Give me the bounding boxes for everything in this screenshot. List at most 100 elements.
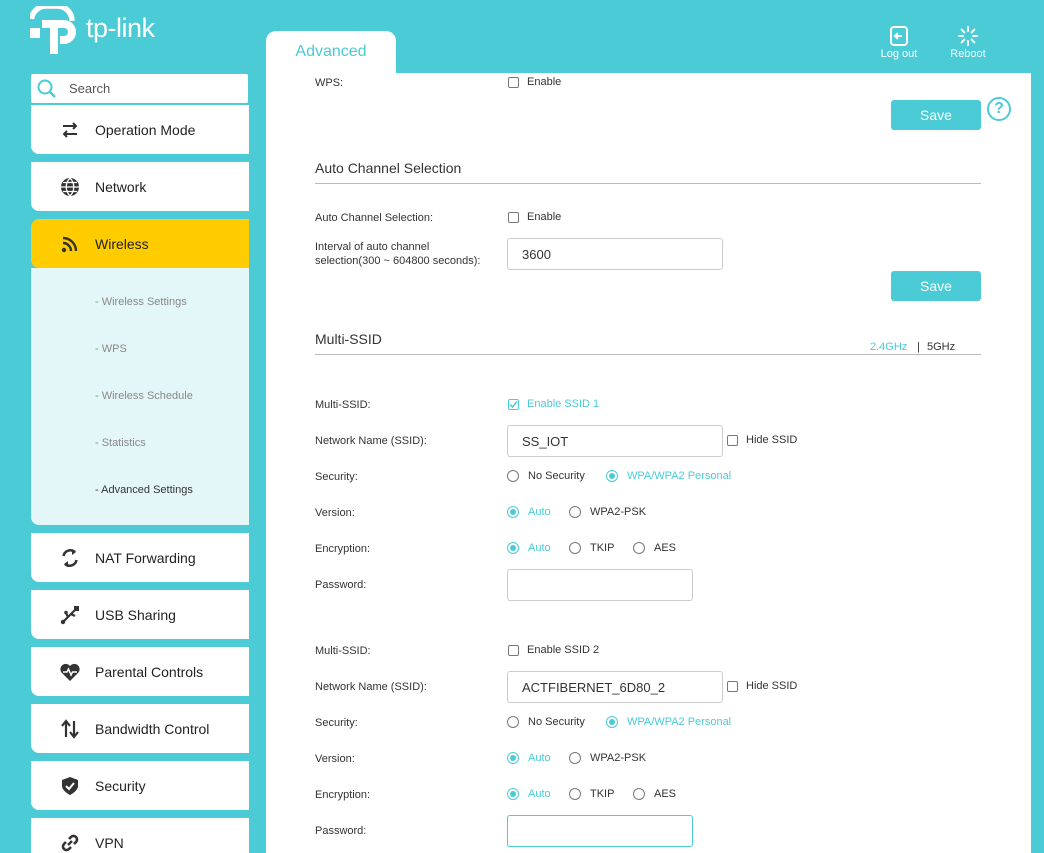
radio-label: No Security [528, 470, 585, 482]
sidebar-item-parental-controls[interactable]: Parental Controls [31, 647, 249, 696]
version-auto-radio[interactable]: Auto [507, 752, 551, 764]
sidebar-item-security[interactable]: Security [31, 761, 249, 810]
radio-label: WPA/WPA2 Personal [627, 470, 732, 482]
checkbox-label: Enable [527, 211, 562, 223]
reboot-label: Reboot [950, 48, 986, 60]
encryption-aes-radio[interactable]: AES [633, 788, 676, 800]
band-tab-5ghz[interactable]: 5GHz [927, 341, 955, 353]
sidebar-item-label: Bandwidth Control [95, 720, 210, 737]
encryption-auto-radio[interactable]: Auto [507, 788, 551, 800]
save-button[interactable]: Save [891, 271, 981, 301]
radio-label: WPA2-PSK [590, 506, 647, 518]
radio-dot[interactable] [507, 470, 519, 482]
checkbox-label: Enable [527, 76, 562, 88]
security-none-radio[interactable]: No Security [507, 470, 585, 482]
help-icon[interactable]: ? [987, 97, 1011, 121]
sidebar-item-bandwidth-control[interactable]: Bandwidth Control [31, 704, 249, 753]
auto-channel-enable-checkbox[interactable]: Enable [508, 211, 561, 223]
security-wpa-radio[interactable]: WPA/WPA2 Personal [606, 470, 731, 482]
bandwidth-icon [59, 718, 81, 740]
wps-label: WPS: [315, 77, 344, 89]
submenu-wireless-schedule[interactable]: - Wireless Schedule [95, 390, 193, 402]
radio-label: No Security [528, 716, 585, 728]
enable-ssid-2-checkbox[interactable]: Enable SSID 2 [508, 644, 599, 656]
search-icon [37, 79, 56, 98]
checkbox-label: Enable SSID 1 [527, 398, 600, 410]
radio-label: Auto [528, 788, 551, 800]
radio-dot[interactable] [507, 752, 519, 764]
sidebar-item-usb-sharing[interactable]: USB Sharing [31, 590, 249, 639]
sidebar-item-label: Security [95, 777, 146, 794]
reboot-button[interactable]: Reboot [938, 26, 998, 60]
globe-icon [59, 176, 81, 198]
version-auto-radio[interactable]: Auto [507, 506, 551, 518]
submenu-wireless-settings[interactable]: - Wireless Settings [95, 296, 187, 308]
checkbox-box[interactable] [727, 434, 738, 446]
checkbox-box[interactable] [508, 76, 519, 88]
search-input[interactable]: Search [31, 74, 248, 103]
radio-dot[interactable] [606, 470, 618, 482]
radio-dot[interactable] [569, 506, 581, 518]
radio-dot[interactable] [507, 716, 519, 728]
logout-label: Log out [880, 48, 918, 60]
enable-ssid-1-checkbox[interactable]: Enable SSID 1 [508, 398, 599, 410]
radio-dot[interactable] [507, 788, 519, 800]
radio-dot[interactable] [569, 542, 581, 554]
logout-button[interactable]: Log out [869, 26, 929, 60]
encryption-auto-radio[interactable]: Auto [507, 542, 551, 554]
checkbox-box[interactable] [508, 211, 519, 223]
radio-dot[interactable] [507, 542, 519, 554]
security-wpa-radio[interactable]: WPA/WPA2 Personal [606, 716, 731, 728]
security-none-radio[interactable]: No Security [507, 716, 585, 728]
sidebar-item-label: VPN [95, 834, 124, 851]
band-tab-2-4ghz[interactable]: 2.4GHz [870, 341, 907, 353]
sidebar-item-wireless[interactable]: Wireless [31, 219, 249, 268]
checkbox-box[interactable] [508, 644, 519, 656]
radio-dot[interactable] [569, 752, 581, 764]
password-label: Password: [315, 825, 367, 837]
encryption-tkip-radio[interactable]: TKIP [569, 788, 614, 800]
radio-label: Auto [528, 752, 551, 764]
wps-enable-checkbox[interactable]: Enable [508, 76, 561, 88]
encryption-tkip-radio[interactable]: TKIP [569, 542, 614, 554]
ssid-2-password-input[interactable] [507, 815, 693, 847]
wireless-submenu: - Wireless Settings - WPS - Wireless Sch… [31, 268, 249, 525]
logo-text: tp-link [86, 12, 155, 43]
checkbox-box[interactable] [727, 680, 738, 692]
section-divider [315, 183, 981, 184]
radio-dot[interactable] [606, 716, 618, 728]
tp-link-logo-icon [30, 6, 76, 54]
ssid-2-name-input[interactable]: ACTFIBERNET_6D80_2 [507, 671, 723, 703]
encryption-aes-radio[interactable]: AES [633, 542, 676, 554]
save-button[interactable]: Save [891, 100, 981, 130]
version-wpa2-radio[interactable]: WPA2-PSK [569, 506, 646, 518]
ssid-1-name-input[interactable]: SS_IOT [507, 425, 723, 457]
radio-dot[interactable] [569, 788, 581, 800]
ssid-1-password-input[interactable] [507, 569, 693, 601]
tab-advanced[interactable]: Advanced [266, 31, 396, 73]
security-label: Security: [315, 717, 358, 729]
sidebar-item-vpn[interactable]: VPN [31, 818, 249, 853]
radio-dot[interactable] [633, 788, 645, 800]
submenu-advanced-settings[interactable]: - Advanced Settings [95, 484, 193, 496]
radio-dot[interactable] [507, 506, 519, 518]
logout-icon [890, 26, 908, 46]
interval-input[interactable]: 3600 [507, 238, 723, 270]
multi-ssid-label: Multi-SSID: [315, 645, 371, 657]
hide-ssid-2-checkbox[interactable]: Hide SSID [727, 680, 797, 692]
submenu-statistics[interactable]: - Statistics [95, 437, 146, 449]
section-title-multi-ssid: Multi-SSID [315, 331, 382, 347]
sidebar-item-operation-mode[interactable]: Operation Mode [31, 105, 249, 154]
submenu-wps[interactable]: - WPS [95, 343, 127, 355]
main-panel: WPS: Enable Save ? Auto Channel Selectio… [266, 73, 1031, 853]
multi-ssid-label: Multi-SSID: [315, 399, 371, 411]
security-label: Security: [315, 471, 358, 483]
version-wpa2-radio[interactable]: WPA2-PSK [569, 752, 646, 764]
radio-dot[interactable] [633, 542, 645, 554]
tp-link-logo: tp-link [30, 6, 155, 54]
encryption-label: Encryption: [315, 789, 371, 801]
sidebar-item-nat-forwarding[interactable]: NAT Forwarding [31, 533, 249, 582]
sidebar-item-network[interactable]: Network [31, 162, 249, 211]
checkbox-box[interactable] [508, 398, 519, 410]
hide-ssid-1-checkbox[interactable]: Hide SSID [727, 434, 797, 446]
